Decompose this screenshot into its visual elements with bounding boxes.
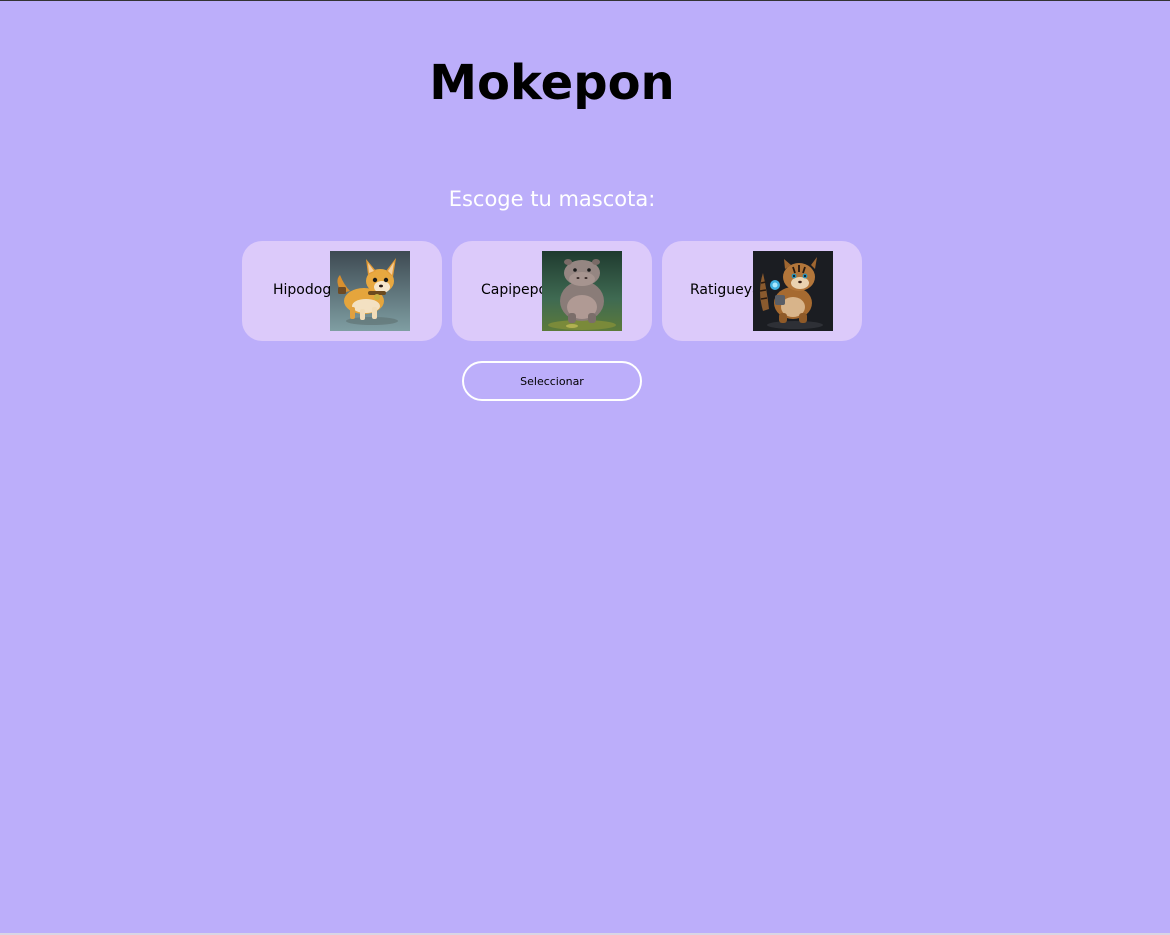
pet-card-list: Hipodoge Capipepo Ratigueya bbox=[242, 241, 862, 341]
pet-card-ratigueya[interactable]: Ratigueya bbox=[662, 241, 862, 341]
pet-card-label: Ratigueya bbox=[690, 282, 761, 298]
pet-card-label: Capipepo bbox=[481, 282, 548, 298]
capipepo-image bbox=[542, 251, 622, 331]
pet-card-hipodoge[interactable]: Hipodoge bbox=[242, 241, 442, 341]
page-title: Mokepon bbox=[429, 55, 675, 111]
hipodoge-image bbox=[330, 251, 410, 331]
pet-prompt: Escoge tu mascota: bbox=[448, 187, 656, 211]
select-pet-button[interactable]: Seleccionar bbox=[462, 361, 642, 401]
ratigueya-image bbox=[753, 251, 833, 331]
pet-card-capipepo[interactable]: Capipepo bbox=[452, 241, 652, 341]
